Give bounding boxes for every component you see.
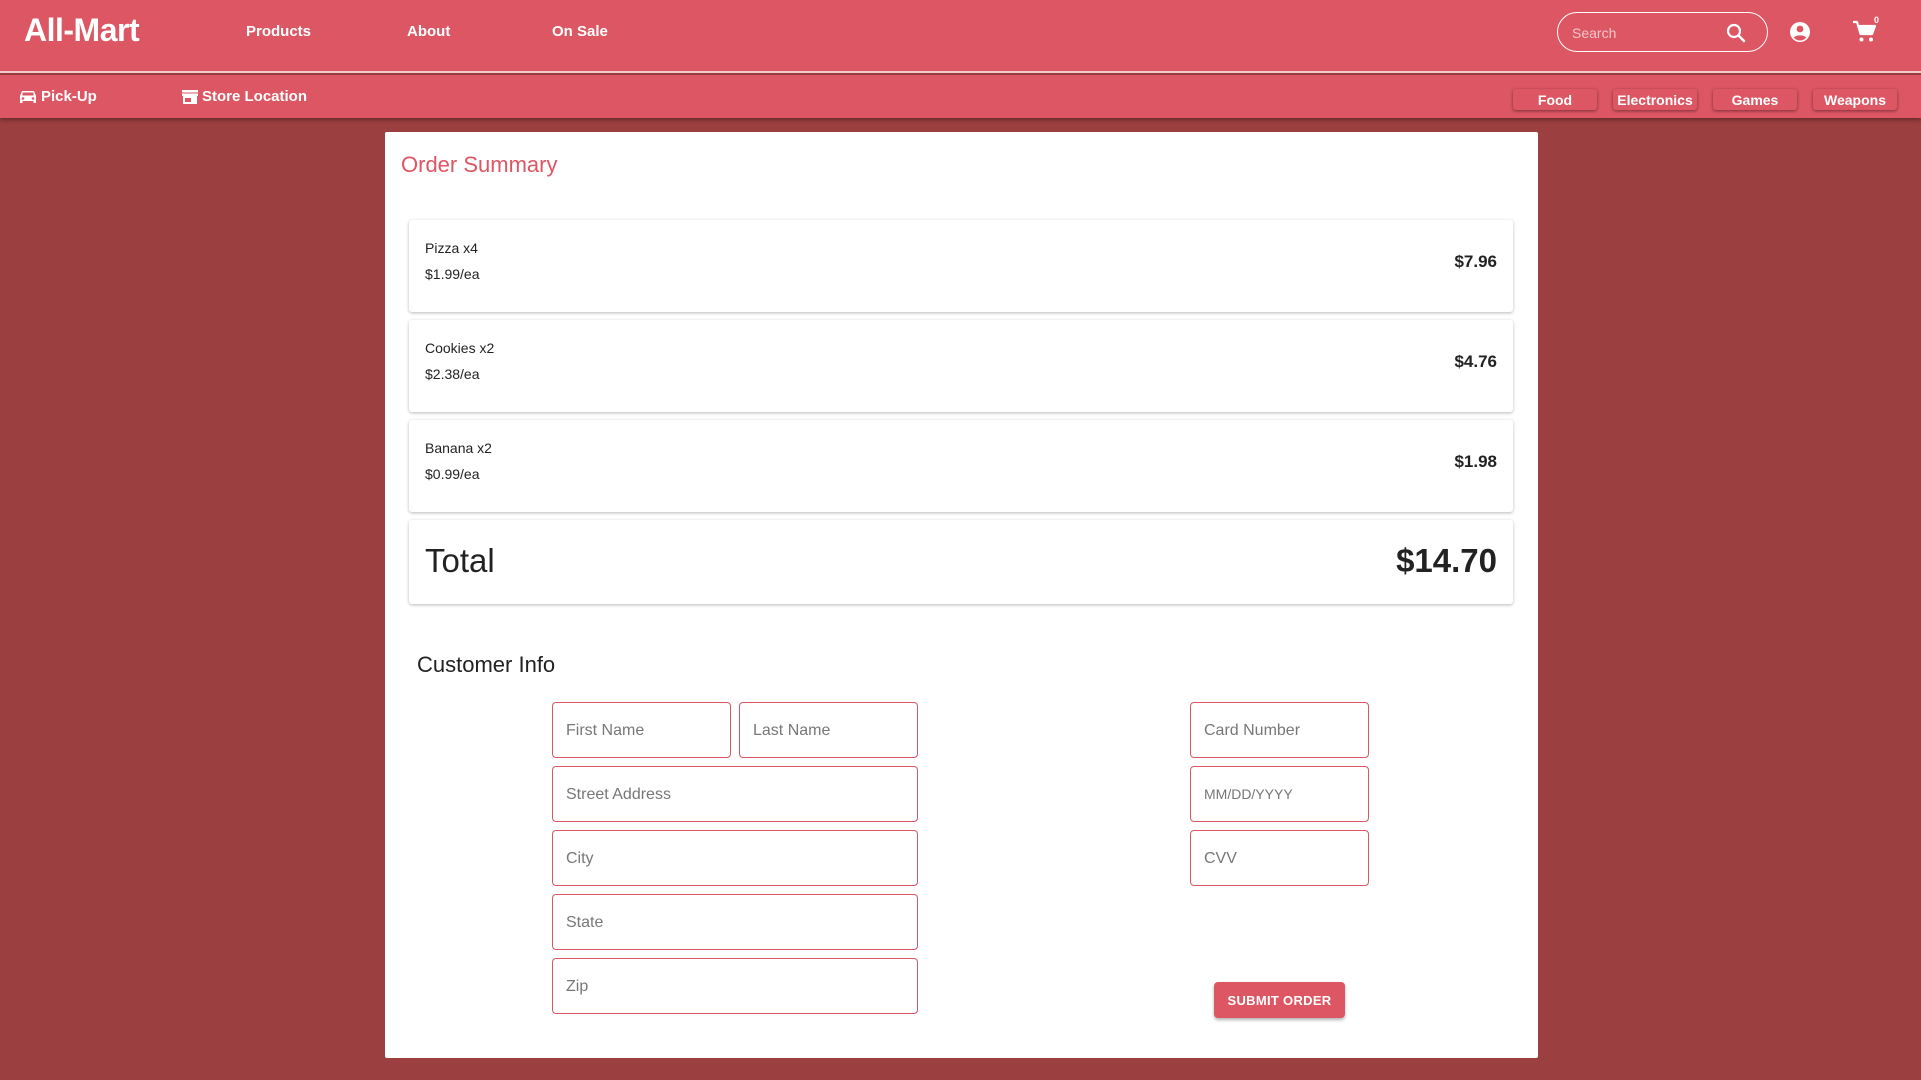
city-field [552, 830, 918, 886]
state-field [552, 894, 918, 950]
search-icon[interactable] [1724, 21, 1748, 45]
order-item: Cookies x2 $2.38/ea $4.76 [409, 320, 1513, 412]
zip-input[interactable] [566, 975, 904, 999]
category-electronics[interactable]: Electronics [1613, 89, 1697, 110]
zip-field [552, 958, 918, 1014]
item-price: $1.98 [1454, 452, 1497, 471]
state-input[interactable] [566, 911, 904, 935]
search-input[interactable] [1572, 22, 1722, 44]
cvv-field [1190, 830, 1369, 886]
city-input[interactable] [566, 847, 904, 871]
item-price: $4.76 [1454, 352, 1497, 371]
card-number-field [1190, 702, 1369, 758]
last-name-field [739, 702, 918, 758]
item-price: $7.96 [1454, 252, 1497, 271]
street-address-field [552, 766, 918, 822]
order-item: Pizza x4 $1.99/ea $7.96 [409, 220, 1513, 312]
category-games[interactable]: Games [1713, 89, 1797, 110]
pickup-label: Pick-Up [41, 88, 97, 105]
item-name: Pizza x4 [425, 240, 478, 256]
item-unit-price: $1.99/ea [425, 266, 480, 282]
item-name: Banana x2 [425, 440, 492, 456]
item-name: Cookies x2 [425, 340, 495, 356]
customer-info-title: Customer Info [417, 652, 556, 677]
street-address-input[interactable] [566, 783, 904, 807]
expiry-date-field [1190, 766, 1369, 822]
first-name-field [552, 702, 731, 758]
expiry-date-input[interactable] [1204, 783, 1355, 807]
pickup-link[interactable]: Pick-Up [18, 75, 97, 118]
checkout-card: Order Summary Pizza x4 $1.99/ea $7.96 Co… [385, 132, 1538, 1058]
item-unit-price: $2.38/ea [425, 366, 480, 382]
first-name-input[interactable] [566, 719, 717, 743]
card-number-input[interactable] [1204, 719, 1355, 743]
search-box [1557, 12, 1768, 52]
car-icon [20, 90, 36, 103]
account-circle-icon[interactable] [1788, 20, 1812, 44]
store-location-label: Store Location [202, 88, 308, 105]
nav-on-sale[interactable]: On Sale [552, 23, 608, 40]
order-item: Banana x2 $0.99/ea $1.98 [409, 420, 1513, 512]
order-summary-title: Order Summary [401, 152, 558, 177]
order-total-row: Total $14.70 [409, 520, 1513, 604]
brand-logo[interactable]: All-Mart [24, 12, 140, 49]
store-icon [182, 89, 198, 104]
sub-navbar: Pick-Up Store Location Food Electronics … [0, 75, 1921, 118]
category-weapons[interactable]: Weapons [1813, 89, 1897, 110]
nav-about[interactable]: About [407, 23, 450, 40]
submit-order-button[interactable]: Submit Order [1214, 982, 1345, 1018]
nav-products[interactable]: Products [246, 23, 311, 40]
cvv-input[interactable] [1204, 847, 1355, 871]
store-location-link[interactable]: Store Location [181, 75, 307, 118]
item-unit-price: $0.99/ea [425, 466, 480, 482]
last-name-input[interactable] [753, 719, 904, 743]
cart-count-badge: 0 [1874, 15, 1880, 25]
total-value: $14.70 [1396, 542, 1497, 579]
total-label: Total [425, 542, 495, 579]
top-navbar: All-Mart Products About On Sale 0 [0, 0, 1921, 73]
category-food[interactable]: Food [1513, 89, 1597, 110]
